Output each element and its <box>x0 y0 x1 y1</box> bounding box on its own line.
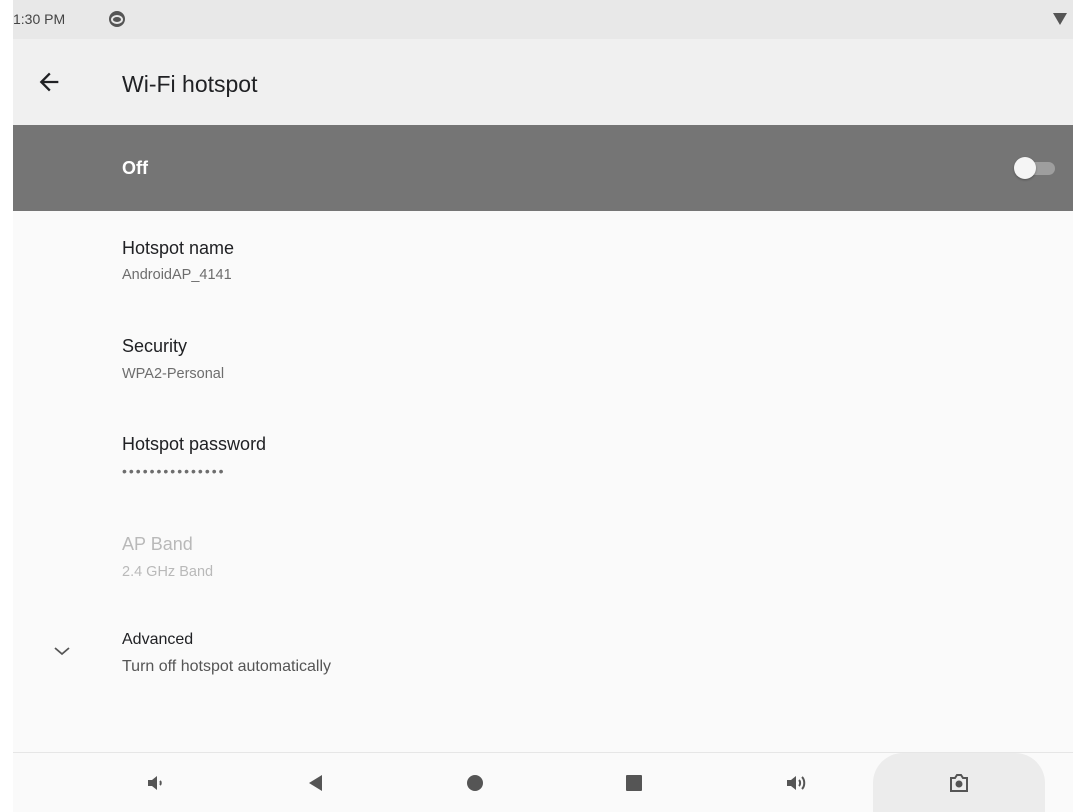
switch-thumb <box>1014 157 1036 179</box>
ap-band-preference: AP Band 2.4 GHz Band <box>13 506 1073 602</box>
screenshot-camera-icon <box>950 773 968 792</box>
hotspot-password-preference[interactable]: Hotspot password ••••••••••••••• <box>13 408 1073 504</box>
switch-state-label: Off <box>122 158 148 178</box>
preference-summary: Turn off hotspot automatically <box>122 658 331 675</box>
advanced-expander[interactable]: Advanced Turn off hotspot automatically <box>13 610 1073 700</box>
home-nav-button[interactable] <box>435 753 515 812</box>
preference-title: AP Band <box>122 534 193 554</box>
app-bar: Wi-Fi hotspot <box>13 39 1073 125</box>
preference-summary: 2.4 GHz Band <box>122 564 214 580</box>
preference-title: Advanced <box>122 631 194 648</box>
page-title: Wi-Fi hotspot <box>122 71 258 97</box>
back-triangle-icon <box>309 774 322 791</box>
chevron-down-icon[interactable] <box>53 645 71 657</box>
screenshot-button[interactable] <box>919 753 999 812</box>
home-circle-icon <box>467 774 483 791</box>
wifi-signal-icon <box>1053 13 1067 25</box>
preference-summary: AndroidAP_4141 <box>122 267 232 283</box>
password-mask: ••••••••••••••• <box>122 463 226 479</box>
hotspot-master-switch-bar[interactable]: Off <box>13 125 1073 211</box>
preference-summary: WPA2-Personal <box>122 366 225 382</box>
back-arrow-icon[interactable] <box>35 68 63 96</box>
volume-down-icon <box>148 775 162 790</box>
preference-title: Hotspot name <box>122 238 235 258</box>
navigation-bar <box>13 752 1073 812</box>
back-nav-button[interactable] <box>276 753 356 812</box>
screen: 1:30 PM Wi-Fi hotspot Off Hotspot name A… <box>13 0 1073 812</box>
volume-up-button[interactable] <box>757 753 837 812</box>
recents-nav-button[interactable] <box>594 753 674 812</box>
volume-down-button[interactable] <box>117 753 197 812</box>
preference-title: Security <box>122 336 188 356</box>
status-bar: 1:30 PM <box>13 0 1073 39</box>
hotspot-toggle-switch[interactable] <box>1013 157 1057 179</box>
recents-square-icon <box>626 774 642 791</box>
status-time: 1:30 PM <box>13 11 66 27</box>
hotspot-name-preference[interactable]: Hotspot name AndroidAP_4141 <box>13 211 1073 307</box>
volume-up-icon <box>787 775 806 790</box>
android-notification-icon <box>109 11 125 27</box>
preference-title: Hotspot password <box>122 434 267 454</box>
security-preference[interactable]: Security WPA2-Personal <box>13 310 1073 406</box>
